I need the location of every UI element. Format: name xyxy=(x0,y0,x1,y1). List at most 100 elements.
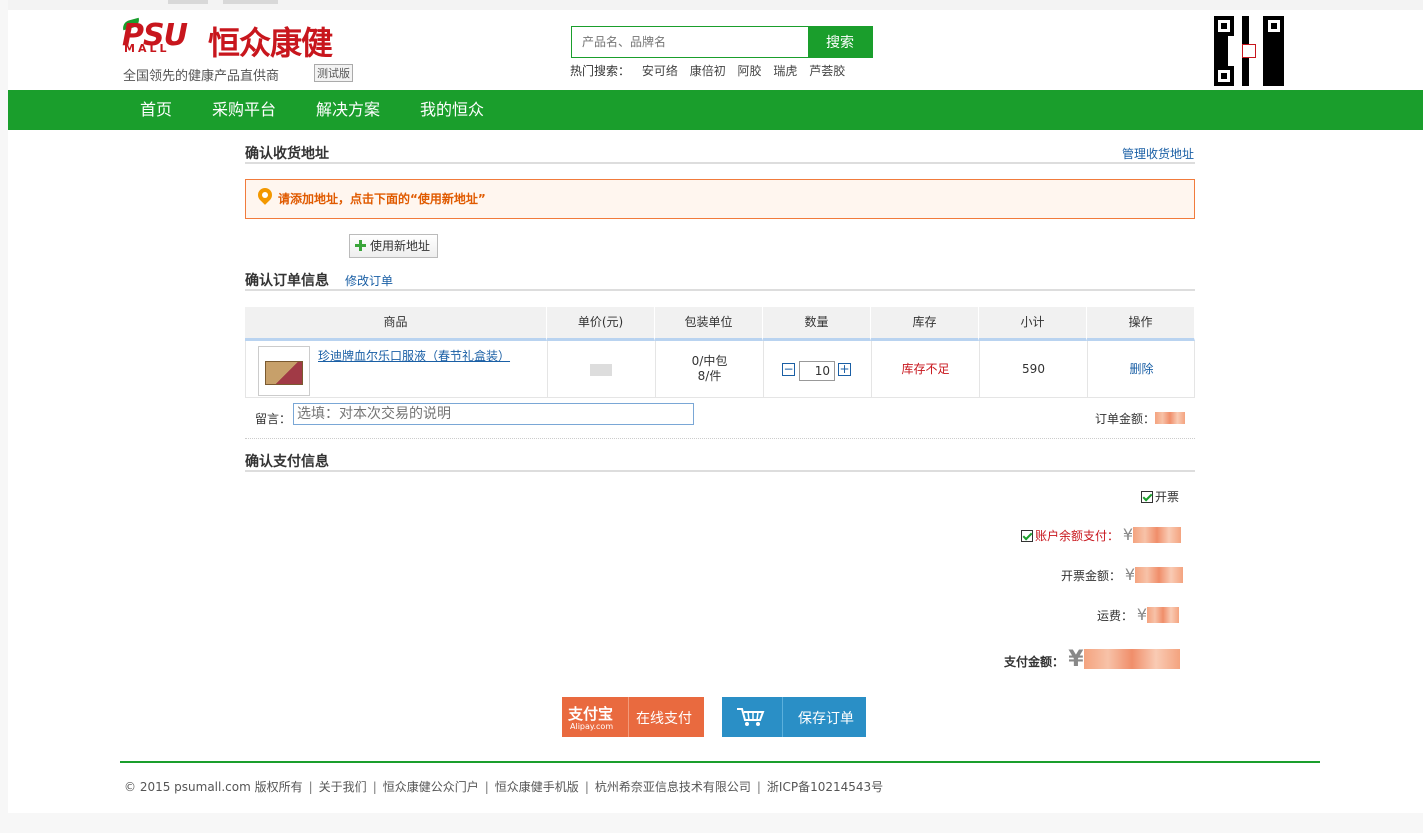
nav-item-solutions[interactable]: 解决方案 xyxy=(316,90,380,130)
qr-finder xyxy=(1214,66,1234,86)
col-product: 商品 xyxy=(245,307,547,341)
pay-amount-blurred xyxy=(1083,649,1180,669)
pack-middle: 0/中包 xyxy=(691,354,728,368)
footer-link-icp[interactable]: 浙ICP备10214543号 xyxy=(767,780,883,794)
cell-product: 珍迪牌血尔乐口服液（春节礼盒装） xyxy=(246,341,548,397)
footer-copyright: © 2015 psumall.com 版权所有 xyxy=(124,780,303,794)
hot-search-item[interactable]: 芦荟胶 xyxy=(809,64,845,78)
cell-qty: − 10 + xyxy=(764,341,872,397)
button-separator xyxy=(782,697,783,737)
invoice-checkbox[interactable] xyxy=(1141,491,1153,503)
qty-decrease-button[interactable]: − xyxy=(782,363,795,376)
invoice-label: 开票 xyxy=(1155,490,1180,504)
search-input[interactable] xyxy=(572,27,808,57)
message-input[interactable] xyxy=(293,403,694,425)
nav-item-my[interactable]: 我的恒众 xyxy=(420,90,484,130)
invoice-amount-blurred xyxy=(1135,567,1184,583)
qty-increase-button[interactable]: + xyxy=(838,363,851,376)
location-pin-icon xyxy=(255,185,275,205)
main-nav: 首页 采购平台 解决方案 我的恒众 xyxy=(8,90,1423,130)
invoice-amount-row: 开票金额： ¥ xyxy=(1061,565,1184,584)
divider xyxy=(245,289,1195,291)
invoice-option[interactable]: 开票 xyxy=(1141,488,1179,505)
cell-stock: 库存不足 xyxy=(872,341,980,397)
logo-mall: MALL xyxy=(124,42,170,55)
hot-search-item[interactable]: 阿胶 xyxy=(738,64,762,78)
product-image[interactable] xyxy=(258,346,310,396)
currency-symbol: ¥ xyxy=(1122,525,1134,544)
qr-logo-icon xyxy=(1242,44,1256,58)
order-table: 商品 单价(元) 包装单位 数量 库存 小计 操作 珍迪牌血尔乐口服液（春节礼盒… xyxy=(245,307,1195,398)
footer-link-mobile[interactable]: 恒众康健手机版 xyxy=(495,780,579,794)
use-new-address-label: 使用新地址 xyxy=(370,239,431,253)
footer-divider xyxy=(120,761,1320,763)
pay-amount-row: 支付金额： ¥ xyxy=(1004,647,1180,672)
address-warning: 请添加地址，点击下面的“使用新地址” xyxy=(245,179,1195,219)
alipay-logo: 支付宝 xyxy=(568,705,614,723)
button-separator xyxy=(628,697,629,737)
search-box: 搜索 xyxy=(571,26,873,58)
edit-order-link[interactable]: 修改订单 xyxy=(345,272,393,289)
payment-title: 确认支付信息 xyxy=(245,454,329,470)
alipay-sub: Alipay.com xyxy=(570,722,614,731)
qr-finder xyxy=(1214,16,1234,36)
use-new-address-button[interactable]: 使用新地址 xyxy=(349,234,438,258)
pack-case: 8/件 xyxy=(697,369,722,383)
alipay-label: 在线支付 xyxy=(636,711,692,727)
site-logo[interactable]: PSU MALL 恒众康健 全国领先的健康产品直供商 测试版 xyxy=(121,17,372,84)
qty-input[interactable]: 10 xyxy=(799,361,835,381)
divider xyxy=(245,162,1195,164)
manage-address-link[interactable]: 管理收货地址 xyxy=(1122,145,1194,162)
currency-symbol: ¥ xyxy=(1068,647,1084,672)
cell-price xyxy=(548,341,656,397)
product-box-icon xyxy=(265,361,303,385)
cart-icon xyxy=(737,708,765,726)
order-amount-blurred xyxy=(1155,412,1186,424)
balance-payment-row: 账户余额支付： ¥ xyxy=(1021,525,1182,544)
page: PSU MALL 恒众康健 全国领先的健康产品直供商 测试版 搜索 热门搜索： … xyxy=(8,0,1423,813)
cell-pack: 0/中包 8/件 xyxy=(656,341,764,397)
quantity-stepper: − 10 + xyxy=(782,361,858,383)
address-title: 确认收货地址 xyxy=(245,146,329,162)
save-order-label: 保存订单 xyxy=(798,711,854,727)
top-link-blur[interactable] xyxy=(223,0,278,4)
product-name-link[interactable]: 珍迪牌血尔乐口服液（春节礼盒装） xyxy=(318,347,510,364)
col-pack: 包装单位 xyxy=(655,307,763,341)
balance-blurred xyxy=(1133,527,1182,543)
hot-search-item[interactable]: 瑞虎 xyxy=(773,64,797,78)
order-amount: 订单金额： xyxy=(1095,410,1186,427)
address-warning-text: 请添加地址，点击下面的“使用新地址” xyxy=(278,192,486,206)
nav-item-home[interactable]: 首页 xyxy=(140,90,172,130)
delete-link[interactable]: 删除 xyxy=(1129,362,1153,376)
qr-code xyxy=(1214,16,1284,86)
currency-symbol: ¥ xyxy=(1136,605,1148,624)
col-stock: 库存 xyxy=(871,307,979,341)
search-button[interactable]: 搜索 xyxy=(808,27,872,57)
balance-label: 账户余额支付： xyxy=(1035,529,1120,543)
alipay-online-pay-button[interactable]: 支付宝 Alipay.com 在线支付 xyxy=(562,697,704,737)
hot-search-label: 热门搜索： xyxy=(570,64,631,78)
footer: © 2015 psumall.com 版权所有 | 关于我们 | 恒众康健公众门户 | 恒众… xyxy=(124,780,884,794)
cell-action: 删除 xyxy=(1088,341,1195,397)
footer-link-company[interactable]: 杭州希奈亚信息技术有限公司 xyxy=(595,780,751,794)
qr-finder xyxy=(1264,16,1284,36)
message-label: 留言： xyxy=(255,412,292,426)
hot-search-item[interactable]: 康倍初 xyxy=(690,64,726,78)
balance-checkbox[interactable] xyxy=(1021,530,1033,542)
footer-link-portal[interactable]: 恒众康健公众门户 xyxy=(383,780,479,794)
hot-search-item[interactable]: 安可络 xyxy=(642,64,678,78)
footer-link-about[interactable]: 关于我们 xyxy=(319,780,367,794)
shipping-blurred xyxy=(1147,607,1180,623)
nav-item-purchase[interactable]: 采购平台 xyxy=(212,90,276,130)
price-blurred xyxy=(590,364,612,376)
plus-icon xyxy=(355,240,366,251)
invoice-amount-label: 开票金额： xyxy=(1061,569,1122,583)
divider xyxy=(245,438,1195,439)
save-order-button[interactable]: 保存订单 xyxy=(722,697,866,737)
table-header: 商品 单价(元) 包装单位 数量 库存 小计 操作 xyxy=(245,307,1195,341)
table-row: 珍迪牌血尔乐口服液（春节礼盒装） 0/中包 8/件 − 10 + 库存不足 59… xyxy=(245,341,1195,398)
shipping-row: 运费： ¥ xyxy=(1097,605,1180,624)
col-action: 操作 xyxy=(1087,307,1195,341)
top-link-blur[interactable] xyxy=(168,0,208,4)
col-qty: 数量 xyxy=(763,307,871,341)
